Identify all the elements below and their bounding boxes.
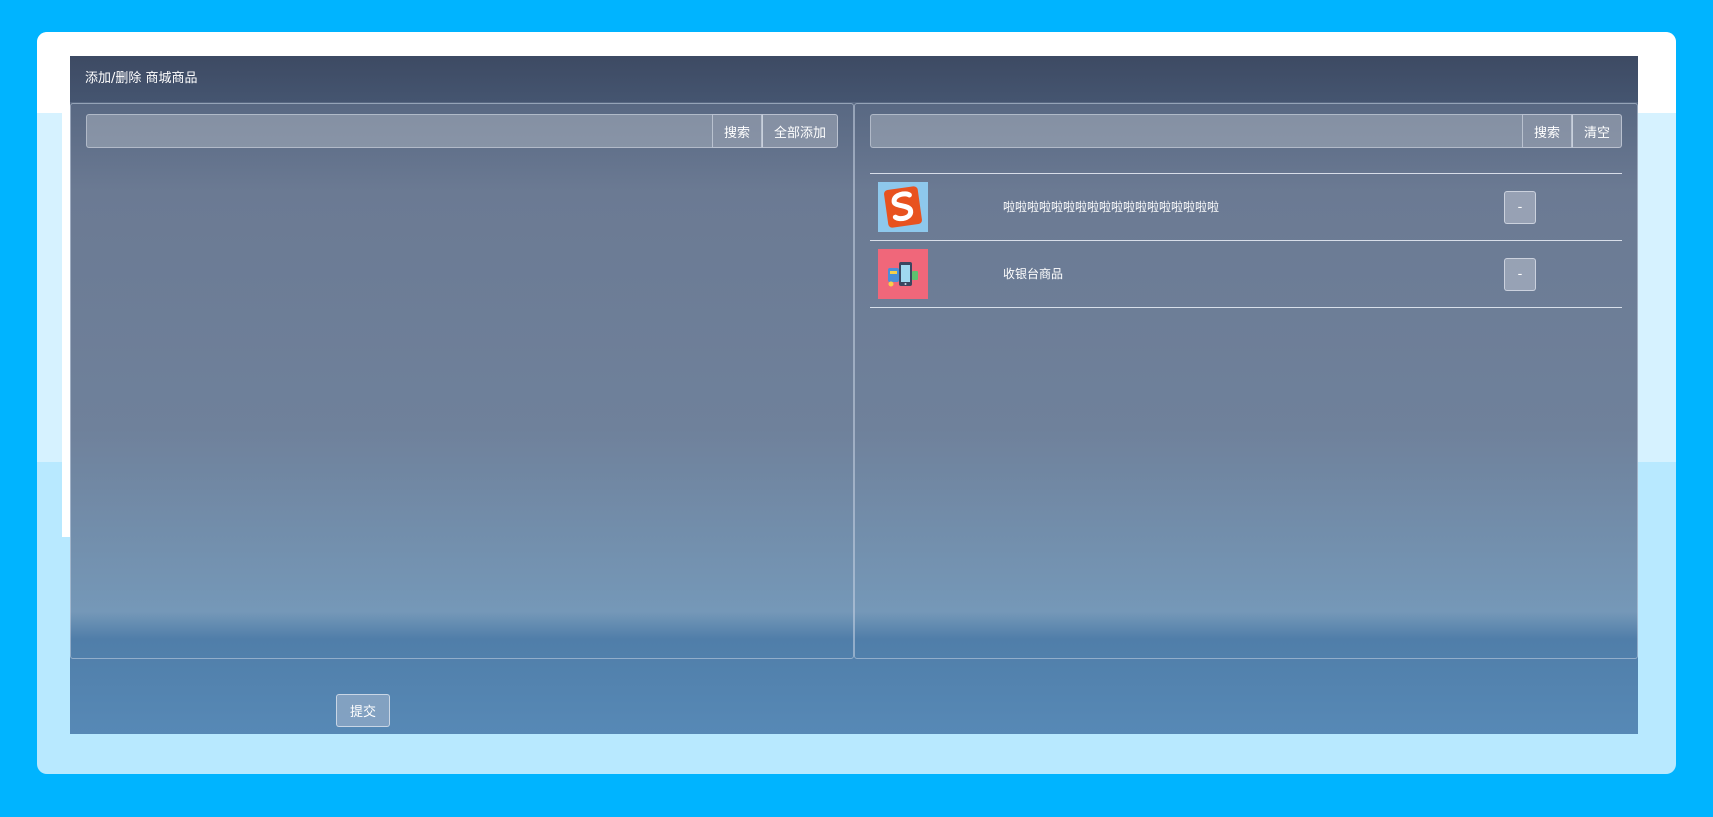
right-search-input[interactable] [870,114,1522,148]
remove-product-button[interactable]: - [1504,191,1536,224]
modal-header: 添加/删除 商城商品 [70,56,1638,102]
clear-button[interactable]: 清空 [1571,114,1622,148]
product-row: 啦啦啦啦啦啦啦啦啦啦啦啦啦啦啦啦啦啦 - [870,174,1622,241]
available-products-panel: 搜索 全部添加 [70,103,854,659]
left-search-input[interactable] [86,114,712,148]
add-all-button[interactable]: 全部添加 [761,114,838,148]
sogou-s-logo-icon [878,182,928,232]
outer-card-edge [62,113,70,537]
product-modal: 添加/删除 商城商品 搜索 全部添加 搜索 清空 啦啦啦啦啦啦啦啦啦啦啦啦啦啦啦… [70,56,1638,734]
right-search-row: 搜索 清空 [870,114,1622,148]
product-name: 啦啦啦啦啦啦啦啦啦啦啦啦啦啦啦啦啦啦 [1003,200,1220,214]
left-search-row: 搜索 全部添加 [86,114,838,148]
right-search-button[interactable]: 搜索 [1521,114,1572,148]
left-search-button[interactable]: 搜索 [711,114,762,148]
selected-product-list: 啦啦啦啦啦啦啦啦啦啦啦啦啦啦啦啦啦啦 - 收银台商品 - [870,173,1622,308]
submit-button[interactable]: 提交 [336,694,390,727]
product-name: 收银台商品 [1003,267,1064,281]
modal-title: 添加/删除 商城商品 [85,71,198,86]
remove-product-button[interactable]: - [1504,258,1536,291]
cashier-phone-icon [878,249,928,299]
selected-products-panel: 搜索 清空 啦啦啦啦啦啦啦啦啦啦啦啦啦啦啦啦啦啦 - 收银台商品 - [854,103,1638,659]
product-row: 收银台商品 - [870,241,1622,308]
